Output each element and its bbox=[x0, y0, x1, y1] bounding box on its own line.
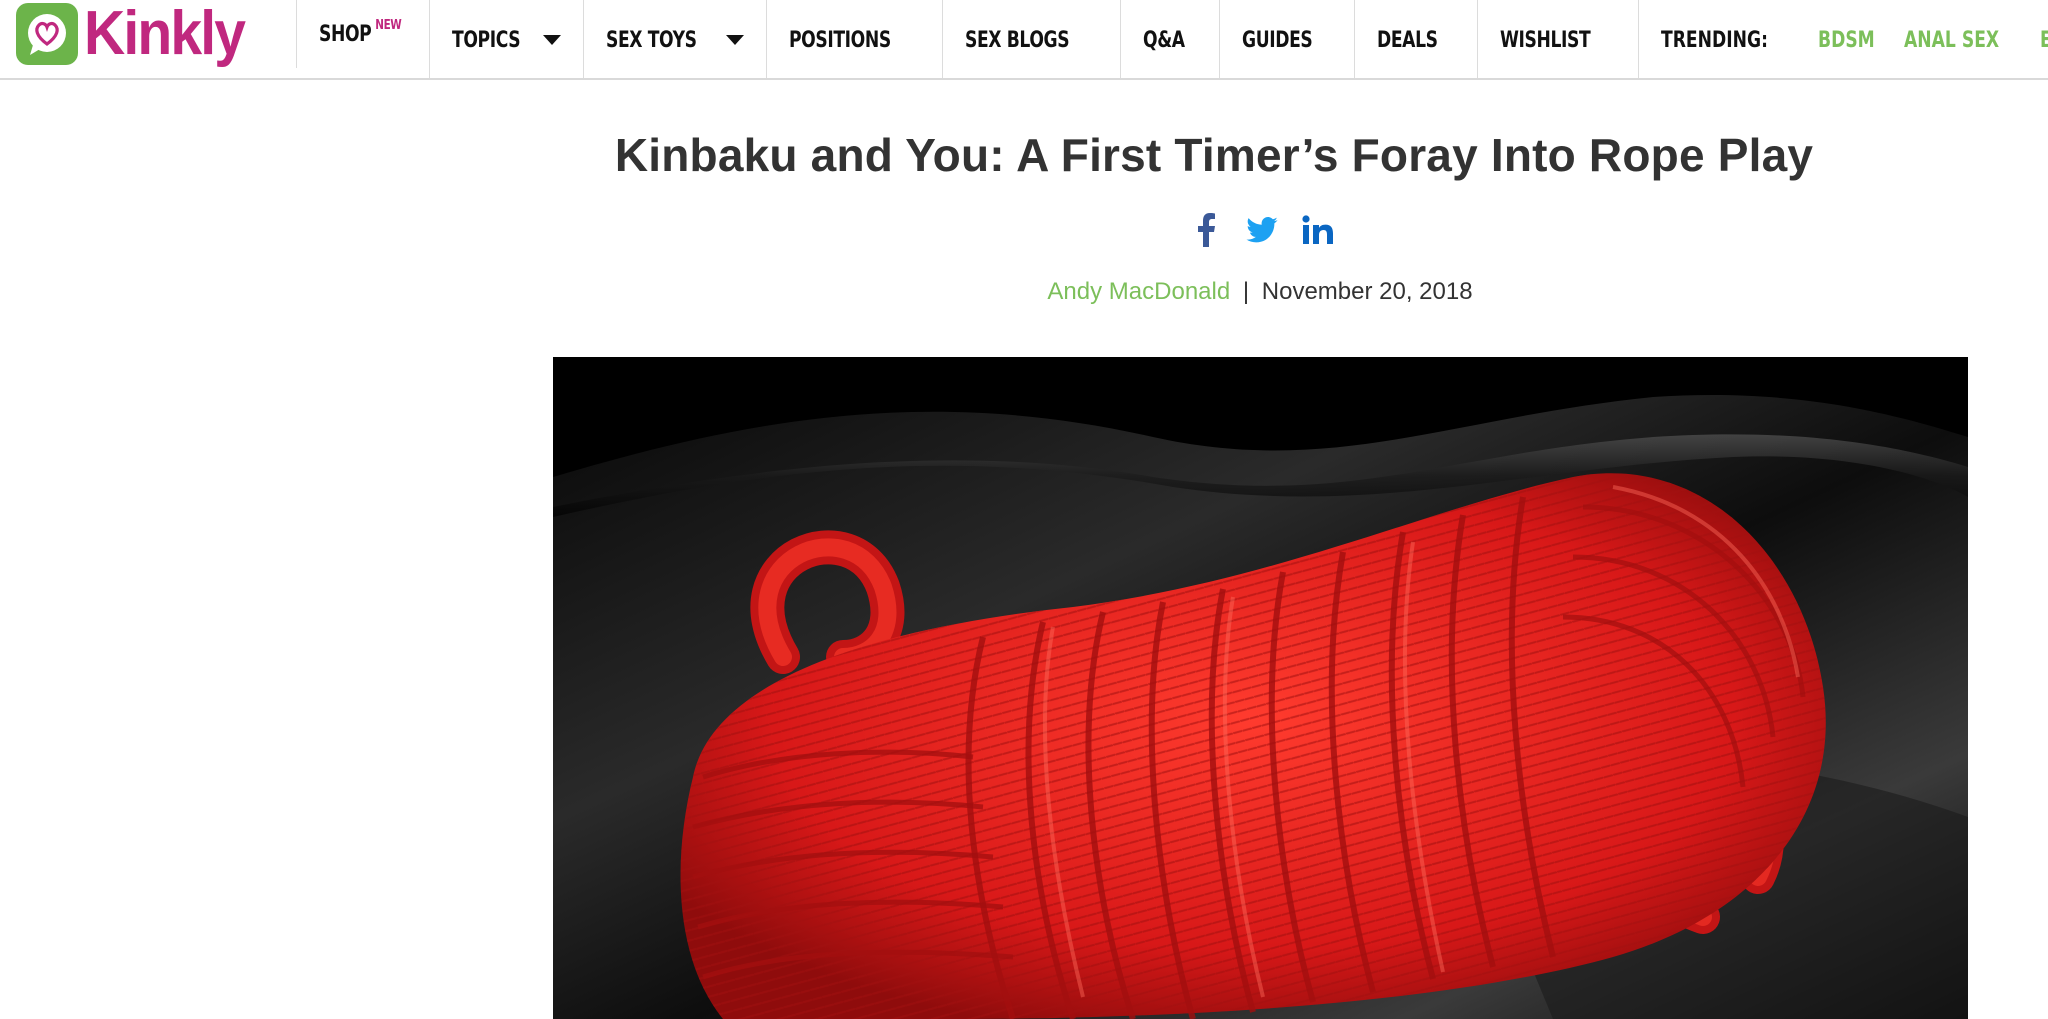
heart-chat-icon bbox=[16, 3, 78, 65]
trending-link-anal-sex[interactable]: ANAL SEX bbox=[1904, 28, 1999, 53]
nav-item-label: WISHLIST bbox=[1499, 27, 1591, 53]
nav-item-label: TOPICS bbox=[451, 27, 521, 53]
byline-separator: | bbox=[1242, 278, 1250, 305]
nav-item-q-a[interactable]: Q&A bbox=[1120, 0, 1218, 78]
new-badge: NEW bbox=[375, 17, 402, 33]
caret-down-icon bbox=[543, 35, 562, 45]
nav-item-label: GUIDES bbox=[1241, 27, 1313, 53]
nav-item-wishlist[interactable]: WISHLIST bbox=[1476, 0, 1638, 78]
linkedin-icon[interactable] bbox=[1302, 210, 1334, 250]
nav-item-label: SEX BLOGS bbox=[964, 27, 1070, 53]
nav-item-sex-toys[interactable]: SEX TOYS bbox=[583, 0, 766, 78]
logo-text: Kinkly bbox=[84, 0, 246, 68]
red-rope-coil-image bbox=[553, 357, 1968, 1019]
trending-label: TRENDING: bbox=[1660, 27, 1768, 53]
nav-item-shop[interactable]: SHOP NEW bbox=[296, 0, 429, 68]
nav-item-label: SEX TOYS bbox=[606, 27, 697, 53]
nav-item-label: Q&A bbox=[1143, 27, 1186, 53]
nav-item-positions[interactable]: POSITIONS bbox=[766, 0, 942, 78]
nav-item-sex-blogs[interactable]: SEX BLOGS bbox=[941, 0, 1121, 78]
trending-link-electrosex[interactable]: ELECTROSEX bbox=[2040, 28, 2048, 53]
byline: Andy MacDonald | November 20, 2018 bbox=[0, 278, 2048, 306]
nav-item-topics[interactable]: TOPICS bbox=[428, 0, 583, 78]
share-bar bbox=[1190, 210, 1334, 250]
caret-down-icon bbox=[726, 35, 745, 45]
author-link[interactable]: Andy MacDonald bbox=[1047, 278, 1230, 305]
trending-bar: TRENDING: BDSM ANAL SEX ELECTROSEX bbox=[1637, 0, 2048, 78]
article-title: Kinbaku and You: A First Timer’s Foray I… bbox=[614, 129, 1814, 181]
facebook-icon[interactable] bbox=[1190, 210, 1222, 250]
main-nav: SHOP NEW TOPICS SEX TOYS POSITIONS SEX BLOGS Q… bbox=[296, 0, 2048, 78]
nav-item-label: POSITIONS bbox=[789, 27, 892, 53]
nav-item-deals[interactable]: DEALS bbox=[1354, 0, 1477, 78]
publish-date: November 20, 2018 bbox=[1261, 278, 1473, 305]
site-header: Kinkly SHOP NEW TOPICS SEX TOYS POSITIONS SEX… bbox=[0, 0, 2048, 80]
twitter-icon[interactable] bbox=[1246, 210, 1278, 250]
trending-link-bdsm[interactable]: BDSM bbox=[1818, 28, 1875, 53]
nav-item-label: SHOP bbox=[319, 21, 372, 47]
hero-image bbox=[553, 357, 1968, 1019]
nav-item-label: DEALS bbox=[1377, 27, 1438, 53]
site-logo[interactable]: Kinkly bbox=[16, 0, 258, 68]
nav-item-guides[interactable]: GUIDES bbox=[1218, 0, 1354, 78]
